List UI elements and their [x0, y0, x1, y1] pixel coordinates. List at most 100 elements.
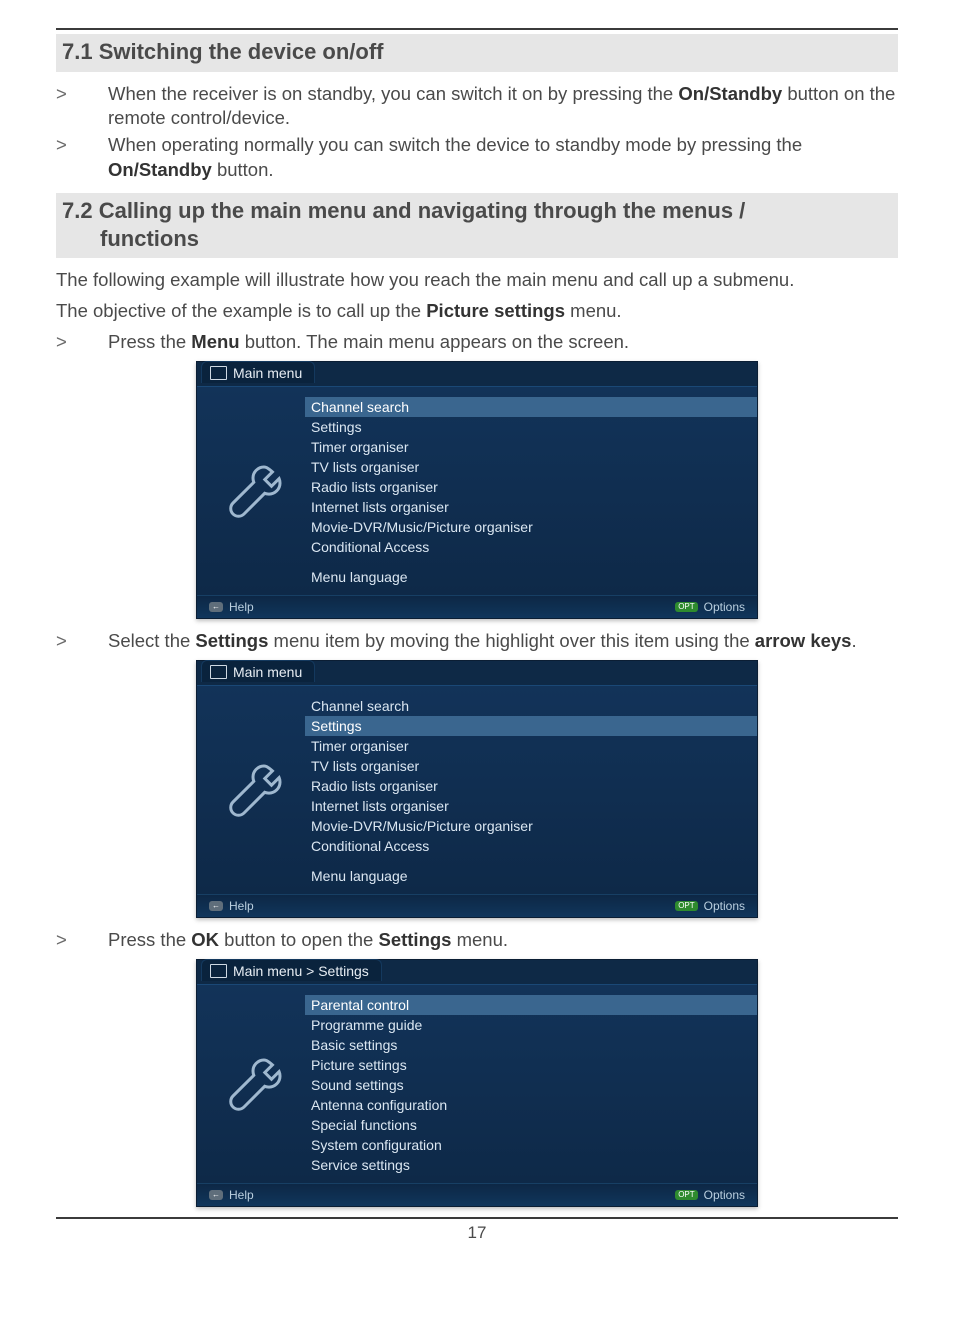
osd-title-tab: Main menu: [201, 361, 315, 383]
menu-label: Menu: [191, 331, 239, 352]
text: The objective of the example is to call …: [56, 300, 426, 321]
footer-options[interactable]: OPT Options: [675, 899, 745, 913]
menu-item-tv-lists[interactable]: TV lists organiser: [305, 756, 757, 776]
opt-pill: OPT: [675, 1190, 697, 1200]
menu-item-language[interactable]: Menu language: [305, 866, 757, 886]
list-marker: >: [56, 82, 108, 132]
menu-item-radio-lists[interactable]: Radio lists organiser: [305, 477, 757, 497]
menu-item-channel-search[interactable]: Channel search: [305, 397, 757, 417]
section-71-title: 7.1 Switching the device on/off: [62, 38, 892, 66]
menu-item-conditional-access[interactable]: Conditional Access: [305, 537, 757, 557]
step-3: > Press the OK button to open the Settin…: [56, 928, 898, 953]
opt-pill: OPT: [675, 901, 697, 911]
text: Press the: [108, 331, 191, 352]
ok-label: OK: [191, 929, 219, 950]
osd-footer: ← Help OPT Options: [197, 595, 757, 618]
osd-title: Main menu: [233, 664, 302, 680]
screenshot-2: Main menu Channel search Settings Timer …: [56, 660, 898, 918]
text: button. The main menu appears on the scr…: [240, 331, 629, 352]
footer-options[interactable]: OPT Options: [675, 600, 745, 614]
text: Select the: [108, 630, 195, 651]
section-72-title-line1: 7.2 Calling up the main menu and navigat…: [62, 197, 892, 225]
settings-item-special[interactable]: Special functions: [305, 1115, 757, 1135]
footer-options[interactable]: OPT Options: [675, 1188, 745, 1202]
list-marker: >: [56, 928, 108, 953]
osd-body: Channel search Settings Timer organiser …: [197, 685, 757, 894]
menu-item-radio-lists[interactable]: Radio lists organiser: [305, 776, 757, 796]
osd-menu-list: Channel search Settings Timer organiser …: [305, 696, 757, 886]
osd-main-menu-1: Main menu Channel search Settings Timer …: [196, 361, 758, 619]
settings-item-sound[interactable]: Sound settings: [305, 1075, 757, 1095]
tv-icon: [210, 665, 227, 679]
wrench-icon: [219, 459, 283, 523]
settings-item-picture[interactable]: Picture settings: [305, 1055, 757, 1075]
help-label: Help: [229, 899, 254, 913]
document-page: 7.1 Switching the device on/off > When t…: [0, 0, 954, 1257]
menu-item-settings[interactable]: Settings: [305, 716, 757, 736]
arrow-keys-label: arrow keys: [755, 630, 852, 651]
osd-icon-panel: [197, 985, 305, 1183]
osd-title-tab: Main menu > Settings: [201, 959, 382, 981]
osd-body: Parental control Programme guide Basic s…: [197, 984, 757, 1183]
wrench-icon: [219, 1052, 283, 1116]
options-label: Options: [704, 899, 745, 913]
menu-item-settings[interactable]: Settings: [305, 417, 757, 437]
help-label: Help: [229, 600, 254, 614]
rule-bottom: [56, 1217, 898, 1219]
screenshot-1: Main menu Channel search Settings Timer …: [56, 361, 898, 619]
footer-help[interactable]: ← Help: [209, 1188, 254, 1202]
intro-line1: The following example will illustrate ho…: [56, 268, 898, 293]
section-72-heading: 7.2 Calling up the main menu and navigat…: [56, 193, 898, 258]
menu-item-internet-lists[interactable]: Internet lists organiser: [305, 796, 757, 816]
osd-body: Channel search Settings Timer organiser …: [197, 386, 757, 595]
on-standby-label: On/Standby: [678, 83, 782, 104]
options-label: Options: [704, 1188, 745, 1202]
footer-help[interactable]: ← Help: [209, 600, 254, 614]
settings-item-system-config[interactable]: System configuration: [305, 1135, 757, 1155]
text: button to open the: [219, 929, 378, 950]
osd-settings-list: Parental control Programme guide Basic s…: [305, 995, 757, 1175]
menu-item-language[interactable]: Menu language: [305, 567, 757, 587]
menu-spacer: [305, 557, 757, 567]
back-pill: ←: [209, 901, 223, 911]
section-71-heading: 7.1 Switching the device on/off: [56, 34, 898, 72]
section-72-title-line2: functions: [62, 225, 892, 253]
bullet-71-2: > When operating normally you can switch…: [56, 133, 898, 183]
tv-icon: [210, 964, 227, 978]
help-label: Help: [229, 1188, 254, 1202]
bullet-71-2-text: When operating normally you can switch t…: [108, 133, 898, 183]
menu-item-movie-dvr[interactable]: Movie-DVR/Music/Picture organiser: [305, 816, 757, 836]
list-marker: >: [56, 330, 108, 355]
menu-item-internet-lists[interactable]: Internet lists organiser: [305, 497, 757, 517]
osd-menu-list: Channel search Settings Timer organiser …: [305, 397, 757, 587]
page-number: 17: [56, 1223, 898, 1257]
menu-item-conditional-access[interactable]: Conditional Access: [305, 836, 757, 856]
menu-item-channel-search[interactable]: Channel search: [305, 696, 757, 716]
settings-item-service[interactable]: Service settings: [305, 1155, 757, 1175]
osd-icon-panel: [197, 686, 305, 894]
menu-item-timer[interactable]: Timer organiser: [305, 736, 757, 756]
tv-icon: [210, 366, 227, 380]
menu-item-tv-lists[interactable]: TV lists organiser: [305, 457, 757, 477]
intro-line2: The objective of the example is to call …: [56, 299, 898, 324]
settings-label: Settings: [195, 630, 268, 651]
settings-item-antenna[interactable]: Antenna configuration: [305, 1095, 757, 1115]
back-pill: ←: [209, 602, 223, 612]
settings-item-programme-guide[interactable]: Programme guide: [305, 1015, 757, 1035]
settings-item-parental[interactable]: Parental control: [305, 995, 757, 1015]
screenshot-3: Main menu > Settings Parental control Pr…: [56, 959, 898, 1207]
osd-footer: ← Help OPT Options: [197, 894, 757, 917]
step-3-text: Press the OK button to open the Settings…: [108, 928, 898, 953]
step-2-text: Select the Settings menu item by moving …: [108, 629, 898, 654]
step-1-text: Press the Menu button. The main menu app…: [108, 330, 898, 355]
rule-top: [56, 28, 898, 30]
text: menu item by moving the highlight over t…: [268, 630, 754, 651]
menu-item-movie-dvr[interactable]: Movie-DVR/Music/Picture organiser: [305, 517, 757, 537]
settings-label: Settings: [378, 929, 451, 950]
settings-item-basic[interactable]: Basic settings: [305, 1035, 757, 1055]
step-1: > Press the Menu button. The main menu a…: [56, 330, 898, 355]
options-label: Options: [704, 600, 745, 614]
menu-item-timer[interactable]: Timer organiser: [305, 437, 757, 457]
footer-help[interactable]: ← Help: [209, 899, 254, 913]
osd-title-tab: Main menu: [201, 660, 315, 682]
